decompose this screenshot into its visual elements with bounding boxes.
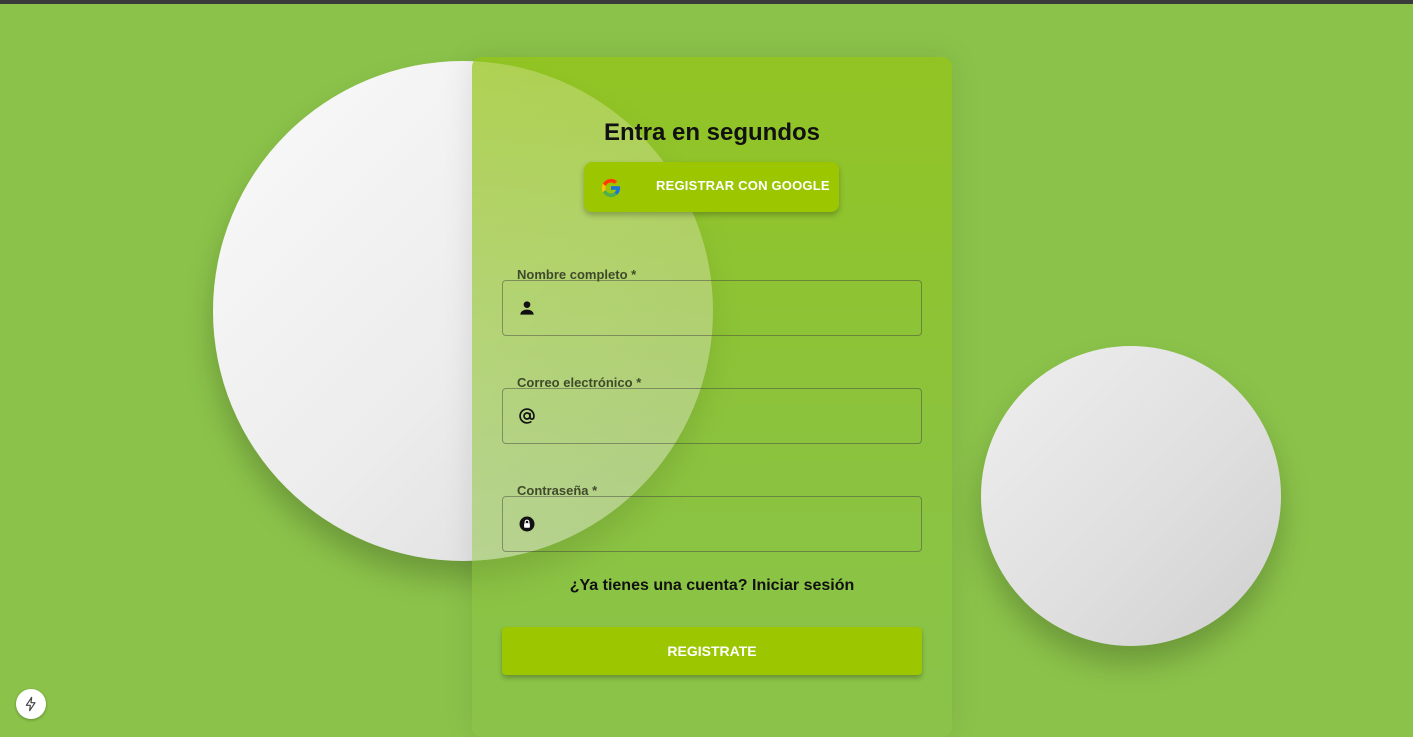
browser-top-strip: [0, 0, 1413, 4]
password-input[interactable]: [549, 505, 913, 545]
bolt-icon: [25, 696, 36, 712]
register-card: Entra en segundos REGISTRAR CON GOOGLE N…: [472, 57, 952, 737]
bolt-button[interactable]: [16, 689, 46, 719]
email-label: Correo electrónico *: [517, 375, 642, 390]
at-sign-icon: [519, 408, 535, 424]
full-name-label: Nombre completo *: [517, 267, 637, 282]
email-input[interactable]: [549, 397, 913, 437]
email-field[interactable]: Correo electrónico *: [502, 375, 922, 444]
password-field[interactable]: Contraseña *: [502, 483, 922, 552]
person-icon: [520, 301, 534, 315]
decorative-circle-small: [981, 346, 1281, 646]
form-title: Entra en segundos: [603, 119, 821, 146]
password-label: Contraseña *: [517, 483, 598, 498]
full-name-input[interactable]: [549, 289, 913, 329]
register-submit-button[interactable]: REGISTRATE: [502, 627, 922, 675]
google-register-button[interactable]: REGISTRAR CON GOOGLE: [584, 162, 839, 212]
login-link[interactable]: ¿Ya tienes una cuenta? Iniciar sesión: [472, 577, 952, 595]
lock-icon: [519, 516, 535, 532]
google-register-label: REGISTRAR CON GOOGLE: [656, 178, 830, 193]
full-name-field[interactable]: Nombre completo *: [502, 267, 922, 336]
google-icon: [601, 178, 621, 198]
